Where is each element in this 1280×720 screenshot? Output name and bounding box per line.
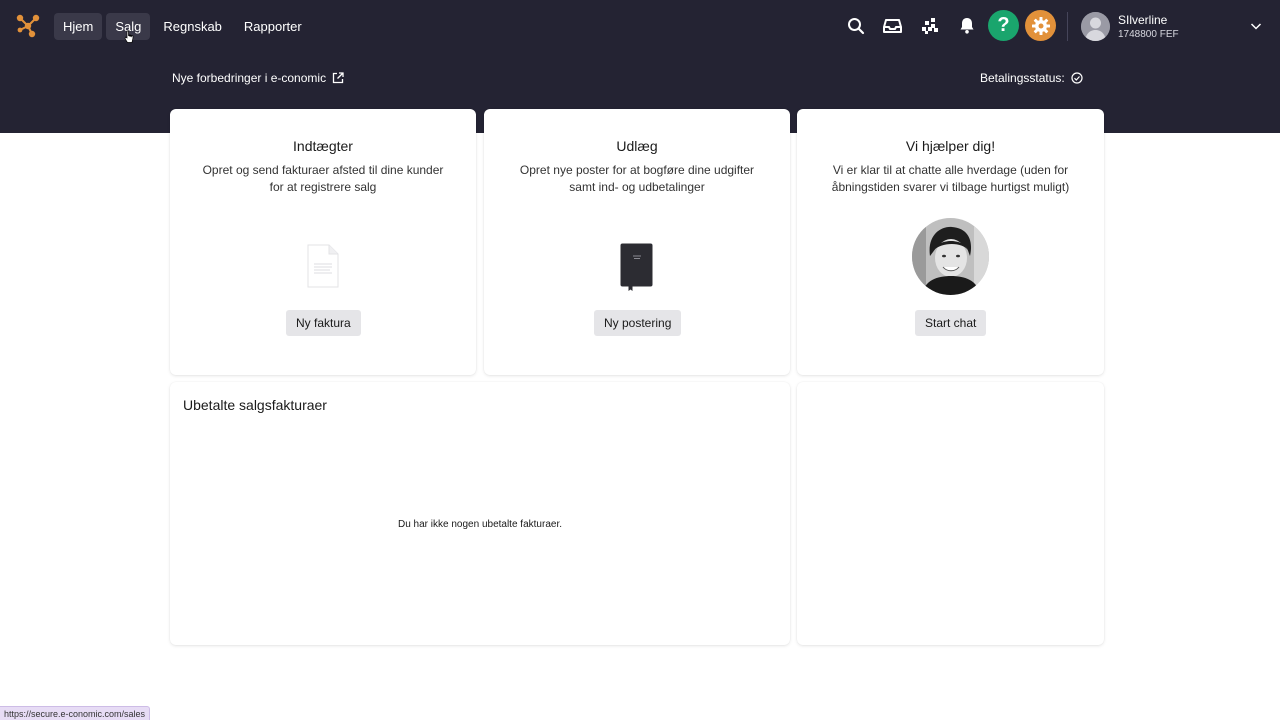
pointer-cursor-icon	[124, 30, 134, 43]
user-info: SIlverline 1748800 FEF	[1118, 13, 1179, 41]
income-card-title: Indtægter	[293, 138, 353, 154]
right-panel	[797, 382, 1104, 645]
topbar-actions: ?	[840, 10, 1056, 41]
external-link-icon	[332, 72, 344, 84]
support-agent-photo	[912, 218, 989, 295]
news-link-label: Nye forbedringer i e-conomic	[172, 71, 327, 85]
user-menu[interactable]: SIlverline 1748800 FEF	[1081, 12, 1179, 41]
topbar-divider	[1067, 12, 1068, 41]
gear-icon	[1031, 16, 1050, 35]
news-link[interactable]: Nye forbedringer i e-conomic	[172, 71, 344, 85]
new-posting-button[interactable]: Ny postering	[594, 310, 682, 336]
user-silhouette-icon	[1081, 12, 1110, 41]
apps-grid-icon	[921, 17, 938, 34]
inbox-icon	[883, 18, 902, 33]
help-card-description: Vi er klar til at chatte alle hverdage (…	[831, 163, 1070, 194]
expenses-card: Udlæg Opret nye poster for at bogføre di…	[484, 109, 790, 375]
nav-item-hjem[interactable]: Hjem	[54, 13, 103, 40]
bell-icon	[960, 18, 973, 34]
start-chat-button[interactable]: Start chat	[915, 310, 987, 336]
unpaid-invoices-empty-message: Du har ikke nogen ubetalte fakturaer.	[398, 519, 562, 530]
help-card-title: Vi hjælper dig!	[905, 138, 996, 154]
inbox-button[interactable]	[877, 10, 908, 41]
document-icon	[307, 244, 339, 288]
economic-logo-icon[interactable]	[16, 14, 40, 38]
main-nav: Hjem Salg Regnskab Rapporter	[54, 13, 311, 40]
chevron-down-icon[interactable]	[1250, 20, 1262, 32]
apps-button[interactable]	[914, 10, 945, 41]
search-button[interactable]	[840, 10, 871, 41]
new-invoice-button[interactable]: Ny faktura	[286, 310, 361, 336]
check-circle-icon	[1071, 72, 1083, 84]
settings-button[interactable]	[1025, 10, 1056, 41]
help-button[interactable]: ?	[988, 10, 1019, 41]
help-card: Vi hjælper dig! Vi er klar til at chatte…	[797, 109, 1104, 375]
browser-status-url: https://secure.e-conomic.com/sales	[0, 706, 151, 720]
payment-status[interactable]: Betalingsstatus:	[980, 71, 1083, 85]
search-icon	[847, 17, 864, 34]
nav-item-rapporter[interactable]: Rapporter	[235, 13, 311, 40]
income-card-description: Opret og send fakturaer afsted til dine …	[202, 163, 444, 194]
help-icon: ?	[997, 14, 1010, 36]
unpaid-invoices-panel: Ubetalte salgsfakturaer Du har ikke noge…	[170, 382, 790, 645]
income-card: Indtægter Opret og send fakturaer afsted…	[170, 109, 476, 375]
unpaid-invoices-title: Ubetalte salgsfakturaer	[183, 397, 327, 413]
ledger-book-icon	[620, 243, 653, 291]
payment-status-label: Betalingsstatus:	[980, 71, 1065, 85]
nav-item-regnskab[interactable]: Regnskab	[154, 13, 231, 40]
user-avatar	[1081, 12, 1110, 41]
user-agreement-id: 1748800 FEF	[1118, 28, 1179, 40]
notifications-button[interactable]	[951, 10, 982, 41]
expenses-card-description: Opret nye poster for at bogføre dine udg…	[519, 163, 755, 194]
user-name: SIlverline	[1118, 12, 1168, 27]
expenses-card-title: Udlæg	[616, 138, 658, 154]
